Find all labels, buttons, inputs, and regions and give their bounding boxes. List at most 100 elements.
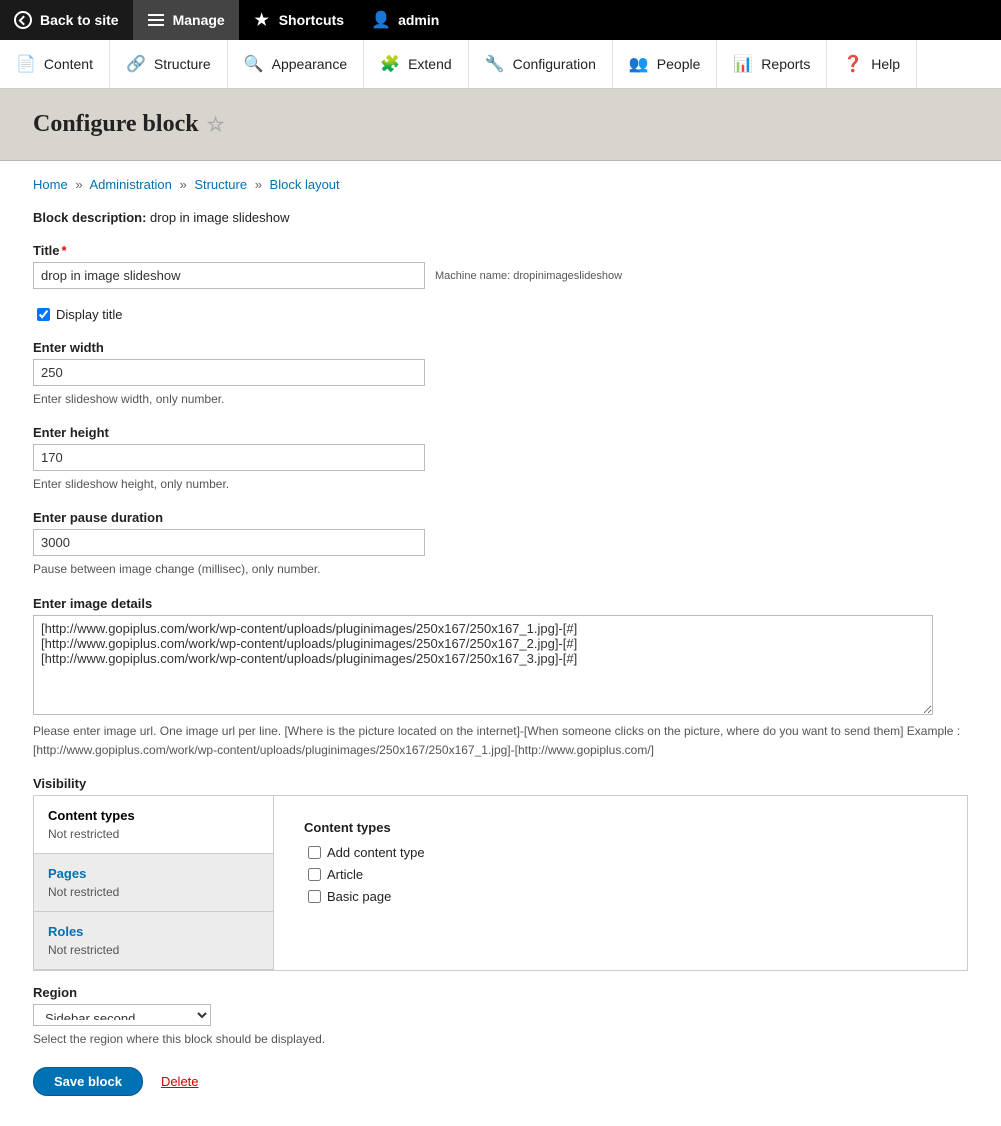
- crumb-sep: »: [75, 177, 82, 192]
- person-icon: 👤: [372, 11, 390, 29]
- ct-checkbox[interactable]: [308, 890, 321, 903]
- crumb-sep: »: [255, 177, 262, 192]
- machine-name: Machine name: dropinimageslideshow: [435, 270, 622, 282]
- display-title-row: Display title: [33, 305, 968, 324]
- hamburger-icon: [147, 11, 165, 29]
- user-label: admin: [398, 12, 439, 28]
- region-help: Select the region where this block shoul…: [33, 1030, 968, 1049]
- field-title: Title* Machine name: dropinimageslidesho…: [33, 243, 968, 289]
- menu-reports-label: Reports: [761, 56, 810, 72]
- block-description: Block description: drop in image slidesh…: [33, 210, 968, 225]
- reports-icon: 📊: [733, 54, 753, 74]
- crumb-block-layout[interactable]: Block layout: [270, 177, 340, 192]
- menu-reports[interactable]: 📊 Reports: [717, 40, 827, 88]
- menu-extend-label: Extend: [408, 56, 452, 72]
- title-label: Title*: [33, 243, 968, 258]
- image-details-help: Please enter image url. One image url pe…: [33, 722, 968, 760]
- menu-extend[interactable]: 🧩 Extend: [364, 40, 469, 88]
- display-title-label: Display title: [56, 307, 122, 322]
- required-mark: *: [62, 243, 67, 258]
- form-actions: Save block Delete: [33, 1067, 968, 1096]
- extend-icon: 🧩: [380, 54, 400, 74]
- vt-tab-label: Pages: [48, 866, 259, 881]
- toolbar: Back to site Manage ★ Shortcuts 👤 admin: [0, 0, 1001, 40]
- image-details-label: Enter image details: [33, 596, 968, 611]
- pause-input[interactable]: [33, 529, 425, 556]
- vt-tab-content-types[interactable]: Content types Not restricted: [34, 796, 273, 854]
- ct-option-add: Add content type: [304, 843, 937, 862]
- manage-tab[interactable]: Manage: [133, 0, 239, 40]
- ct-checkbox[interactable]: [308, 846, 321, 859]
- field-pause: Enter pause duration Pause between image…: [33, 510, 968, 579]
- page-title-text: Configure block: [33, 111, 199, 138]
- delete-link[interactable]: Delete: [161, 1074, 199, 1089]
- crumb-sep: »: [179, 177, 186, 192]
- vt-tab-label: Roles: [48, 924, 259, 939]
- vt-panel: Content types Add content type Article B…: [274, 796, 967, 970]
- menu-appearance-label: Appearance: [272, 56, 348, 72]
- menu-help-label: Help: [871, 56, 900, 72]
- region-select[interactable]: Sidebar second: [33, 1004, 211, 1026]
- crumb-administration[interactable]: Administration: [89, 177, 171, 192]
- ct-checkbox[interactable]: [308, 868, 321, 881]
- pause-label: Enter pause duration: [33, 510, 968, 525]
- field-width: Enter width Enter slideshow width, only …: [33, 340, 968, 409]
- ct-option-article: Article: [304, 865, 937, 884]
- menu-appearance[interactable]: 🔍 Appearance: [228, 40, 364, 88]
- title-input[interactable]: [33, 262, 425, 289]
- ct-option-label: Basic page: [327, 889, 391, 904]
- menu-structure-label: Structure: [154, 56, 211, 72]
- help-icon: ❓: [843, 54, 863, 74]
- shortcuts-tab[interactable]: ★ Shortcuts: [239, 0, 358, 40]
- block-description-value: drop in image slideshow: [146, 210, 289, 225]
- width-input[interactable]: [33, 359, 425, 386]
- breadcrumb: Home » Administration » Structure » Bloc…: [33, 177, 968, 192]
- manage-label: Manage: [173, 12, 225, 28]
- pause-help: Pause between image change (millisec), o…: [33, 560, 968, 579]
- visibility-heading: Visibility: [33, 776, 968, 791]
- vt-tab-sub: Not restricted: [48, 943, 259, 957]
- menu-help[interactable]: ❓ Help: [827, 40, 917, 88]
- menu-configuration[interactable]: 🔧 Configuration: [469, 40, 613, 88]
- structure-icon: 🔗: [126, 54, 146, 74]
- field-image-details: Enter image details Please enter image u…: [33, 596, 968, 760]
- width-label: Enter width: [33, 340, 968, 355]
- crumb-structure[interactable]: Structure: [194, 177, 247, 192]
- visibility-tabs: Content types Not restricted Pages Not r…: [33, 795, 968, 971]
- user-tab[interactable]: 👤 admin: [358, 0, 453, 40]
- favorite-star-icon[interactable]: ☆: [207, 112, 225, 137]
- vt-tab-sub: Not restricted: [48, 885, 259, 899]
- height-input[interactable]: [33, 444, 425, 471]
- block-description-label: Block description:: [33, 210, 146, 225]
- menu-content[interactable]: 📄 Content: [0, 40, 110, 88]
- ct-option-basic-page: Basic page: [304, 887, 937, 906]
- crumb-home[interactable]: Home: [33, 177, 68, 192]
- display-title-checkbox[interactable]: [37, 308, 50, 321]
- content: Home » Administration » Structure » Bloc…: [0, 161, 1001, 1126]
- page-title: Configure block ☆: [33, 111, 968, 138]
- field-height: Enter height Enter slideshow height, onl…: [33, 425, 968, 494]
- vt-tab-roles[interactable]: Roles Not restricted: [34, 912, 273, 970]
- vt-tab-pages[interactable]: Pages Not restricted: [34, 854, 273, 912]
- title-area: Configure block ☆: [0, 89, 1001, 161]
- appearance-icon: 🔍: [244, 54, 264, 74]
- menu-people-label: People: [657, 56, 701, 72]
- save-button[interactable]: Save block: [33, 1067, 143, 1096]
- back-icon: [14, 11, 32, 29]
- ct-option-label: Add content type: [327, 845, 425, 860]
- image-details-textarea[interactable]: [33, 615, 933, 715]
- vt-tab-label: Content types: [48, 808, 259, 823]
- people-icon: 👥: [629, 54, 649, 74]
- back-label: Back to site: [40, 12, 119, 28]
- admin-menu: 📄 Content 🔗 Structure 🔍 Appearance 🧩 Ext…: [0, 40, 1001, 89]
- menu-people[interactable]: 👥 People: [613, 40, 718, 88]
- field-region: Region Sidebar second Select the region …: [33, 985, 968, 1049]
- menu-configuration-label: Configuration: [513, 56, 596, 72]
- star-icon: ★: [253, 11, 271, 29]
- region-label: Region: [33, 985, 968, 1000]
- menu-content-label: Content: [44, 56, 93, 72]
- back-to-site[interactable]: Back to site: [0, 0, 133, 40]
- wrench-icon: 🔧: [485, 54, 505, 74]
- vt-tab-sub: Not restricted: [48, 827, 259, 841]
- menu-structure[interactable]: 🔗 Structure: [110, 40, 228, 88]
